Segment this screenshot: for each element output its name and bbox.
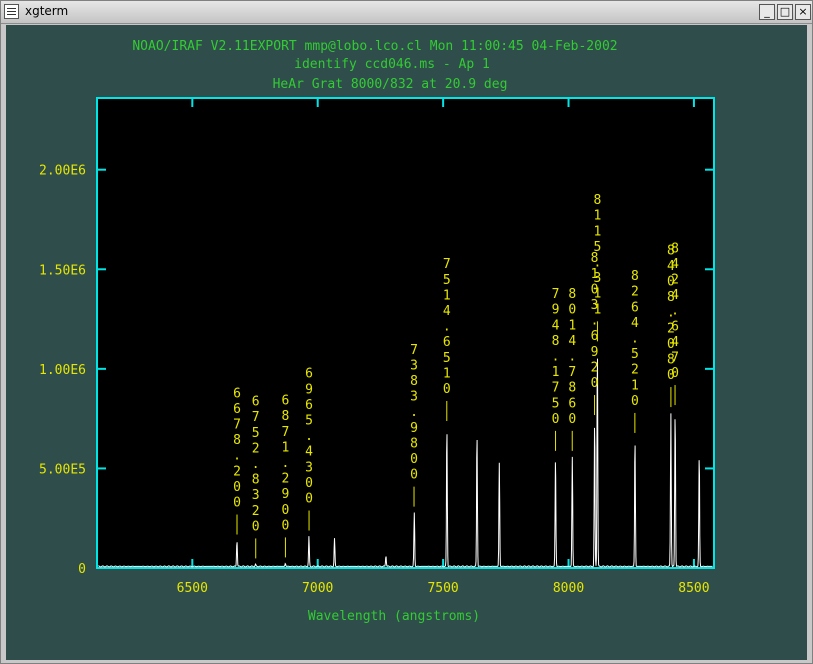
plot-header-line-2: identify ccd046.ms - Ap 1 [294, 57, 490, 72]
x-axis-label: Wavelength (angstroms) [308, 609, 480, 624]
line-id-label: 7948.1750 [552, 287, 560, 427]
x-tick-label: 8500 [678, 581, 709, 596]
plot-header-line-3: HeAr Grat 8000/832 at 20.9 deg [273, 77, 508, 92]
plot-frame [96, 97, 715, 569]
plot-header-line-1: NOAO/IRAF V2.11EXPORT mmp@lobo.lco.cl Mo… [132, 39, 617, 54]
y-tick-label: 1.00E6 [39, 363, 86, 378]
x-tick-label: 7500 [427, 581, 458, 596]
line-id-label: 6871.2900 [282, 394, 290, 534]
y-tick-label: 5.00E5 [39, 462, 86, 477]
line-id-label: 7383.9800 [410, 343, 418, 483]
x-tick-label: 6500 [177, 581, 208, 596]
line-id-label: 6965.4300 [305, 367, 313, 507]
y-tick-label: 1.50E6 [39, 263, 86, 278]
line-id-label: 8264.5210 [631, 269, 639, 409]
line-id-label: 7514.6510 [443, 257, 451, 397]
x-tick-label: 7000 [302, 581, 333, 596]
line-id-label: 8014.7860 [568, 287, 576, 427]
y-tick-label: 2.00E6 [39, 164, 86, 179]
spectrum-plot: NOAO/IRAF V2.11EXPORT mmp@lobo.lco.cl Mo… [39, 39, 715, 624]
line-id-label: 6678.200 [233, 386, 241, 510]
line-id-label: 6752.8320 [252, 395, 260, 535]
line-id-label: 8103.6920 [591, 251, 599, 391]
line-id-label: 8424.6470 [671, 241, 679, 381]
y-tick-label: 0 [78, 562, 86, 577]
x-tick-label: 8000 [553, 581, 584, 596]
